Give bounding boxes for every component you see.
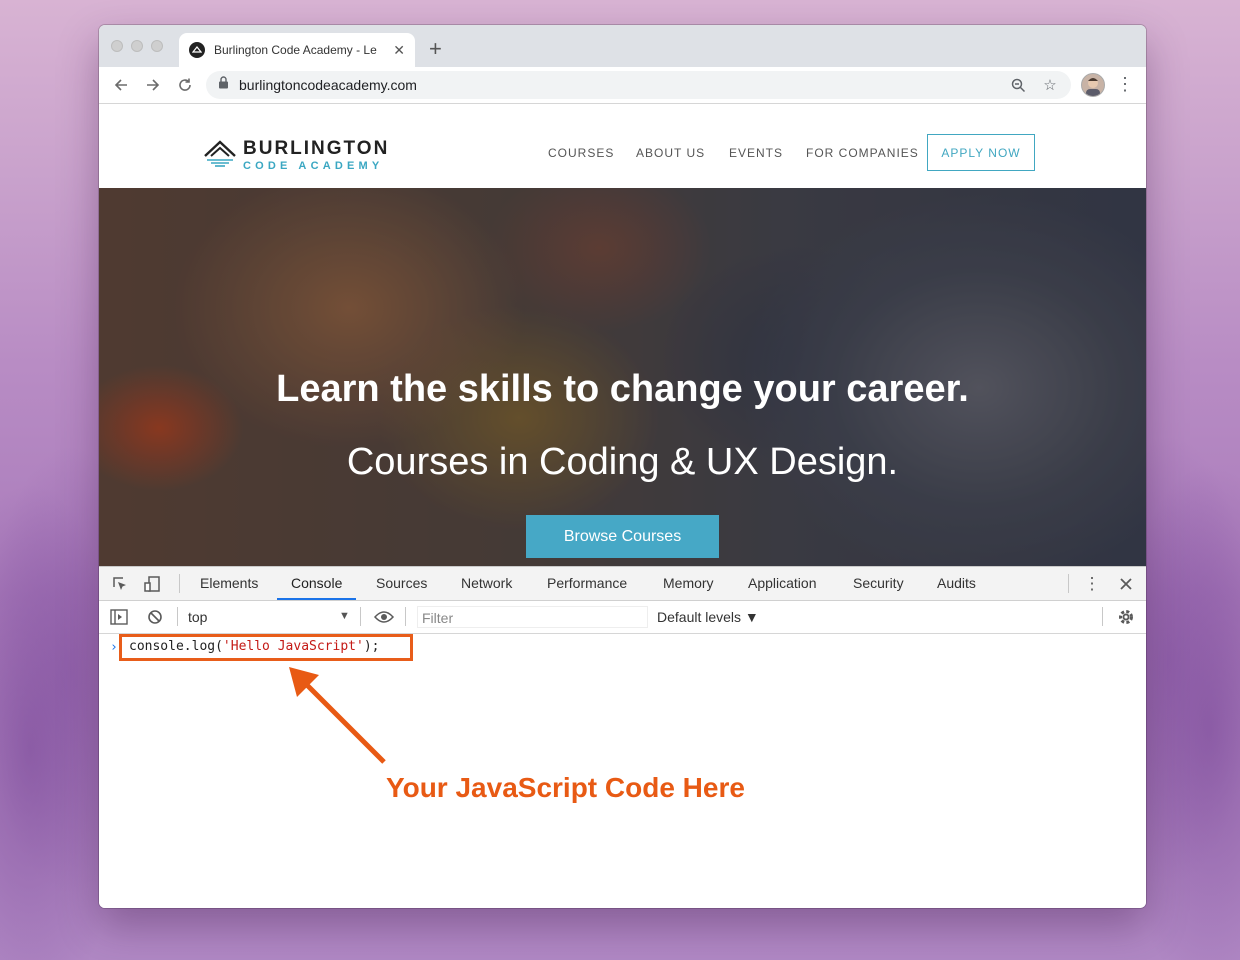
site-header: BURLINGTON CODE ACADEMY COURSES ABOUT US…	[99, 104, 1146, 188]
logo-subtitle: CODE ACADEMY	[243, 160, 384, 172]
devtools-separator	[179, 574, 180, 593]
close-devtools-icon[interactable]	[1116, 574, 1136, 594]
new-tab-button[interactable]: +	[429, 34, 442, 64]
devtools-tab-bar: Elements Console Sources Network Perform…	[99, 567, 1146, 601]
tab-security[interactable]: Security	[853, 567, 904, 600]
devtools-menu-icon[interactable]: ⋮	[1082, 574, 1102, 594]
tab-sources[interactable]: Sources	[376, 567, 427, 600]
toolbar-separator	[405, 607, 406, 626]
device-toolbar-icon[interactable]	[142, 574, 162, 594]
context-selector[interactable]: top	[188, 609, 207, 625]
inspect-element-icon[interactable]	[110, 574, 130, 594]
devtools-panel: Elements Console Sources Network Perform…	[99, 566, 1146, 908]
profile-avatar[interactable]	[1081, 73, 1105, 97]
context-dropdown-icon[interactable]: ▼	[339, 610, 350, 622]
devtools-separator	[1068, 574, 1069, 593]
close-tab-icon[interactable]: ✕	[393, 42, 405, 59]
site-favicon-icon	[189, 42, 205, 58]
highlighted-code-box: console.log('Hello JavaScript');	[119, 634, 413, 661]
browse-courses-button[interactable]: Browse Courses	[526, 515, 719, 558]
url-text: burlingtoncodeacademy.com	[239, 77, 417, 93]
console-filter-input[interactable]: Filter	[417, 606, 648, 628]
lock-icon	[218, 76, 229, 94]
toolbar-separator	[1102, 607, 1103, 626]
zoom-icon[interactable]	[1009, 76, 1027, 94]
mountain-logo-icon	[204, 140, 236, 167]
logo-title: BURLINGTON	[243, 138, 390, 159]
tab-network[interactable]: Network	[461, 567, 512, 600]
annotation-label: Your JavaScript Code Here	[386, 772, 745, 803]
annotation-arrow-icon	[289, 667, 386, 764]
browser-tab[interactable]: Burlington Code Academy - Le ✕	[179, 33, 415, 67]
hero-banner: Learn the skills to change your career. …	[99, 188, 1146, 566]
browser-toolbar: burlingtoncodeacademy.com ☆ ⋮	[99, 67, 1146, 104]
code-prefix: console.log(	[129, 639, 223, 654]
console-prompt-icon: ›	[110, 640, 118, 655]
nav-courses[interactable]: COURSES	[548, 146, 614, 160]
reload-icon[interactable]	[173, 73, 197, 97]
tab-strip: Burlington Code Academy - Le ✕ +	[99, 25, 1146, 67]
nav-for-companies[interactable]: FOR COMPANIES	[806, 146, 919, 160]
browser-window: Burlington Code Academy - Le ✕ + burling…	[99, 25, 1146, 908]
tab-console[interactable]: Console	[277, 567, 357, 600]
console-input-line[interactable]: › console.log('Hello JavaScript');	[99, 634, 1146, 661]
console-settings-gear-icon[interactable]	[1116, 607, 1136, 627]
clear-console-icon[interactable]	[145, 607, 165, 627]
code-suffix: );	[363, 639, 380, 654]
tab-title: Burlington Code Academy - Le	[214, 43, 377, 57]
toolbar-separator	[177, 607, 178, 626]
forward-arrow-icon[interactable]	[141, 73, 165, 97]
apply-now-button[interactable]: APPLY NOW	[927, 134, 1035, 171]
tab-performance[interactable]: Performance	[547, 567, 627, 600]
tab-application[interactable]: Application	[748, 567, 817, 600]
code-string: 'Hello JavaScript'	[222, 639, 364, 654]
zoom-window-button[interactable]	[151, 40, 163, 52]
site-logo[interactable]: BURLINGTON CODE ACADEMY	[203, 138, 393, 178]
bookmark-star-icon[interactable]: ☆	[1041, 76, 1059, 94]
hero-subtitle: Courses in Coding & UX Design.	[346, 441, 899, 483]
nav-events[interactable]: EVENTS	[729, 146, 783, 160]
browser-menu-icon[interactable]: ⋮	[1116, 73, 1134, 95]
tab-memory[interactable]: Memory	[663, 567, 714, 600]
close-window-button[interactable]	[111, 40, 123, 52]
show-sidebar-icon[interactable]	[109, 607, 129, 627]
address-bar[interactable]: burlingtoncodeacademy.com ☆	[206, 71, 1071, 99]
tab-elements[interactable]: Elements	[200, 567, 258, 600]
nav-about-us[interactable]: ABOUT US	[636, 146, 705, 160]
log-levels-dropdown[interactable]: Default levels ▼	[657, 609, 759, 625]
console-toolbar: top ▼ Filter Default levels ▼	[99, 601, 1146, 634]
minimize-window-button[interactable]	[131, 40, 143, 52]
live-expression-eye-icon[interactable]	[374, 607, 394, 627]
toolbar-separator	[360, 607, 361, 626]
tab-audits[interactable]: Audits	[937, 567, 976, 600]
hero-title: Learn the skills to change your career.	[276, 368, 969, 410]
back-arrow-icon[interactable]	[109, 73, 133, 97]
